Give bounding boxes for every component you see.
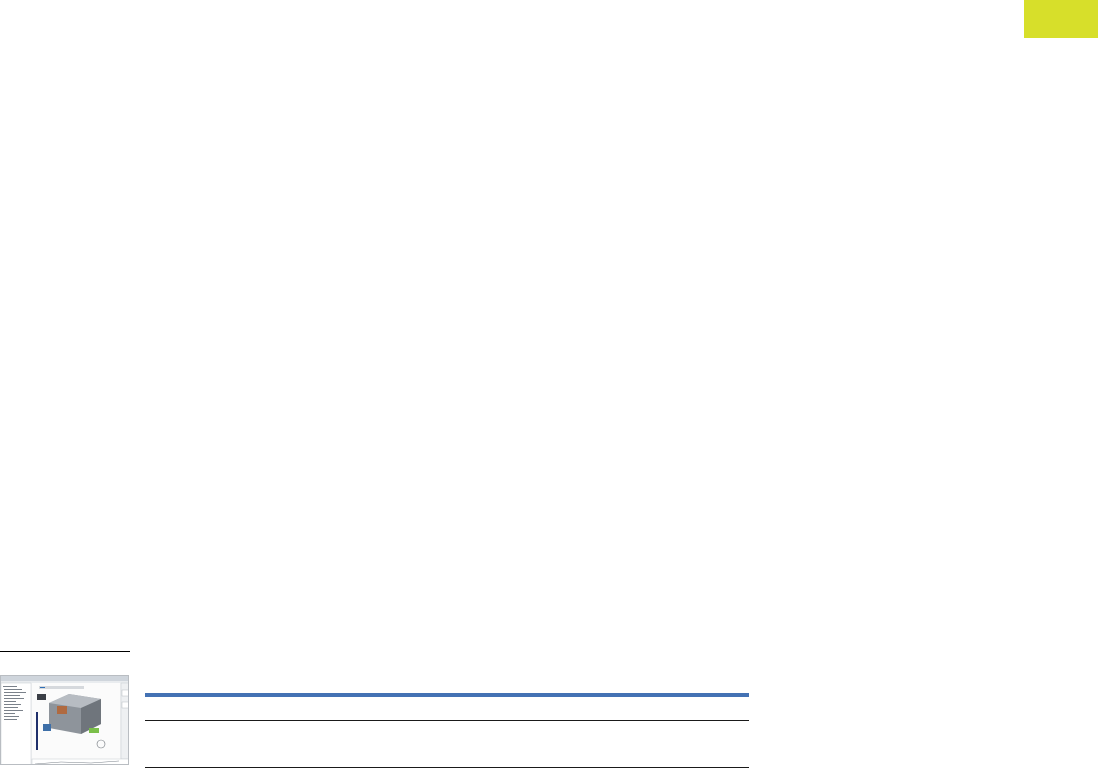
table-divider — [145, 720, 749, 721]
table-header-rule — [145, 693, 749, 697]
software-screenshot-thumbnail — [0, 675, 129, 765]
table-bottom-rule — [145, 767, 749, 768]
chapter-tab — [1024, 0, 1098, 38]
screenshot-thumbnail-icon — [1, 676, 128, 764]
margin-rule — [0, 651, 130, 652]
